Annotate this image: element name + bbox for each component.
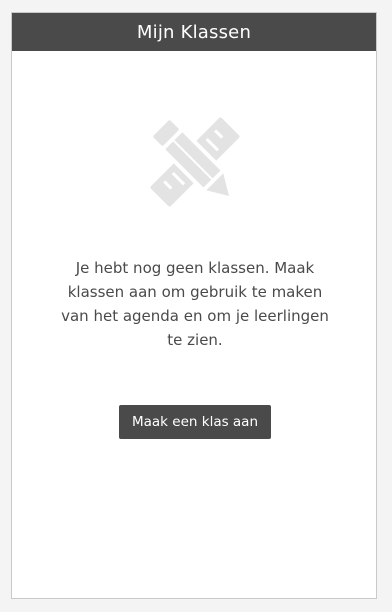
empty-state-message: Je hebt nog geen klassen. Maak klassen a… xyxy=(61,259,329,349)
panel-header: Mijn Klassen xyxy=(12,13,376,51)
create-class-button[interactable]: Maak een klas aan xyxy=(119,405,271,439)
panel-title: Mijn Klassen xyxy=(136,21,252,43)
pencil-ruler-icon xyxy=(143,110,247,214)
my-classes-panel: Mijn Klassen Je hebt nog geen klassen. M… xyxy=(11,12,377,599)
